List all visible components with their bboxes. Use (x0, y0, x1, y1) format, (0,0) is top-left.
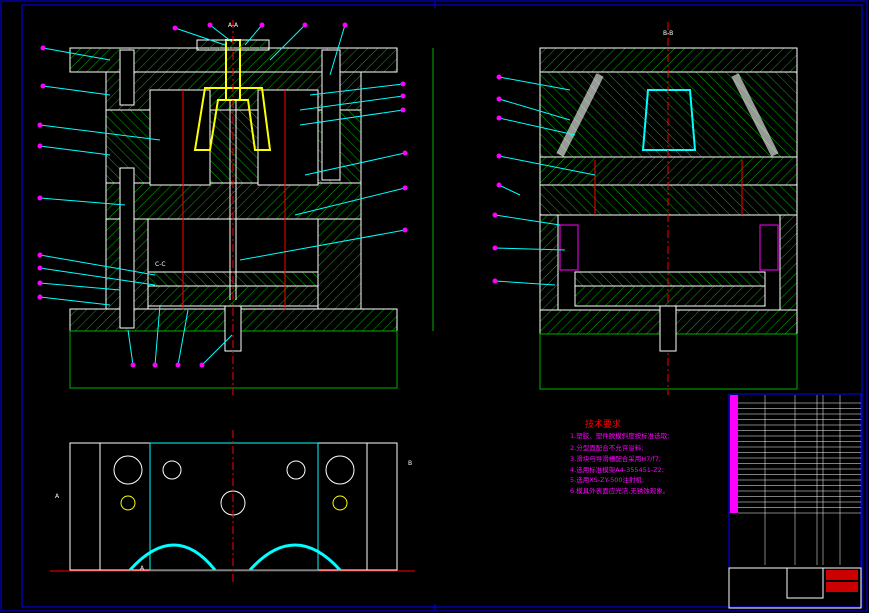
part-balloon (37, 143, 43, 149)
part-balloon (400, 81, 406, 87)
front-section-view: A-A C-C (69, 20, 434, 395)
part-balloon (492, 278, 498, 284)
leader-line (498, 184, 521, 196)
tech-requirement-item: 2.分型面配合不允许溢料; (570, 443, 643, 452)
part-balloon (496, 115, 502, 121)
section-label-side: B-B (663, 30, 673, 37)
part-balloon (259, 22, 265, 28)
plan-label-a1: A (55, 493, 60, 500)
part-balloon (496, 153, 502, 159)
part-balloon (37, 265, 43, 271)
part-balloon (37, 195, 43, 201)
part-balloon (37, 280, 43, 286)
side-section-view: B-B (539, 22, 798, 395)
part-balloon (402, 185, 408, 191)
tech-requirement-item: 6.模具外表面应光洁,无锈蚀现象。 (570, 486, 669, 495)
leader-line (42, 85, 111, 96)
part-balloon (152, 362, 158, 368)
part-balloon (207, 22, 213, 28)
part-balloon (172, 25, 178, 31)
part-balloon (199, 362, 205, 368)
part-balloon (402, 150, 408, 156)
leader-line (39, 296, 111, 306)
cad-drawing: A-A C-C B-B A A B 技术要求 1.塑胶、塑件脱模斜度按标准选取;… (0, 0, 868, 612)
part-balloon (496, 96, 502, 102)
leader-line (127, 329, 134, 366)
part-balloon (496, 182, 502, 188)
part-balloon (175, 362, 181, 368)
tech-requirements-title: 技术要求 (585, 418, 621, 430)
plan-view: A A B (50, 430, 415, 585)
section-label-detail: C-C (155, 261, 166, 268)
part-balloon (492, 212, 498, 218)
part-balloon (400, 93, 406, 99)
part-balloon (342, 22, 348, 28)
part-balloon (496, 74, 502, 80)
part-balloon (40, 45, 46, 51)
leader-line (39, 145, 111, 156)
section-label-main: A-A (228, 22, 239, 29)
tech-requirements: 技术要求 1.塑胶、塑件脱模斜度按标准选取; 2.分型面配合不允许溢料; 3.滑… (570, 418, 669, 495)
tech-requirement-item: 4.选用标准模架A4-355451-Z2; (570, 465, 664, 474)
part-balloon (130, 362, 136, 368)
part-balloon (400, 107, 406, 113)
part-balloon (37, 252, 43, 258)
part-balloon (40, 83, 46, 89)
tech-requirement-item: 5.选用XS-ZY-500注射机; (570, 475, 644, 484)
part-balloon (37, 294, 43, 300)
part-balloon (302, 22, 308, 28)
tech-requirement-item: 1.塑胶、塑件脱模斜度按标准选取; (570, 431, 669, 440)
plan-label-b: B (408, 460, 412, 467)
part-balloon (402, 227, 408, 233)
part-balloon (37, 122, 43, 128)
parts-list-title-block (728, 393, 862, 609)
tech-requirement-item: 3.滑块与导滑槽配合采用H7/f7; (570, 454, 661, 463)
part-balloon (492, 245, 498, 251)
